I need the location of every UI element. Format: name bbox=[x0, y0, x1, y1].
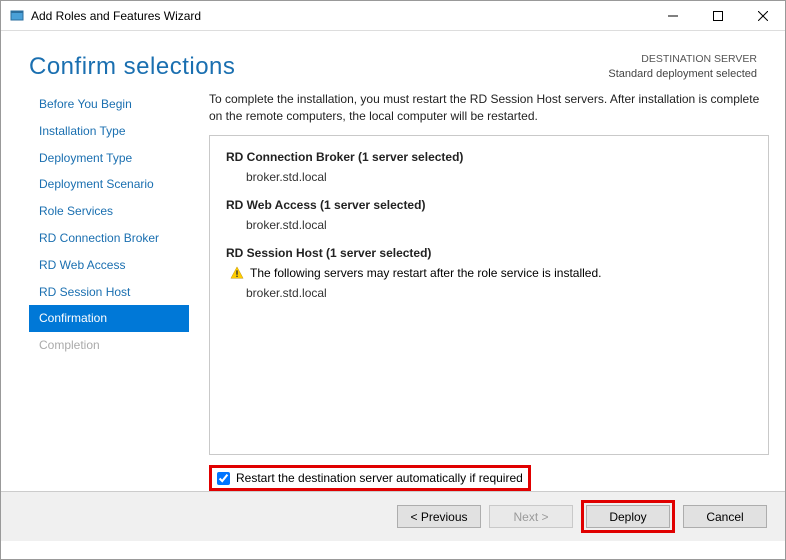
nav-item-rd-connection-broker[interactable]: RD Connection Broker bbox=[29, 225, 189, 252]
role-title: RD Web Access (1 server selected) bbox=[226, 198, 752, 212]
confirmation-panel: RD Connection Broker (1 server selected)… bbox=[209, 135, 769, 455]
nav-item-installation-type[interactable]: Installation Type bbox=[29, 118, 189, 145]
nav-item-before-you-begin[interactable]: Before You Begin bbox=[29, 91, 189, 118]
server-name: broker.std.local bbox=[246, 218, 752, 232]
role-block: RD Web Access (1 server selected) broker.… bbox=[226, 198, 752, 232]
app-icon bbox=[9, 8, 25, 24]
role-title: RD Connection Broker (1 server selected) bbox=[226, 150, 752, 164]
restart-checkbox[interactable] bbox=[217, 472, 230, 485]
role-block: RD Session Host (1 server selected) The f… bbox=[226, 246, 752, 300]
wizard-header: Confirm selections DESTINATION SERVER St… bbox=[1, 31, 785, 91]
nav-item-deployment-type[interactable]: Deployment Type bbox=[29, 145, 189, 172]
minimize-button[interactable] bbox=[650, 1, 695, 30]
cancel-button[interactable]: Cancel bbox=[683, 505, 767, 528]
deploy-highlight: Deploy bbox=[581, 500, 675, 533]
server-name: broker.std.local bbox=[246, 170, 752, 184]
nav-item-confirmation[interactable]: Confirmation bbox=[29, 305, 189, 332]
nav-item-deployment-scenario[interactable]: Deployment Scenario bbox=[29, 171, 189, 198]
page-title: Confirm selections bbox=[29, 53, 235, 81]
wizard-body: Before You BeginInstallation TypeDeploym… bbox=[1, 91, 785, 491]
title-bar: Add Roles and Features Wizard bbox=[1, 1, 785, 31]
restart-checkbox-label: Restart the destination server automatic… bbox=[236, 471, 523, 485]
nav-item-completion: Completion bbox=[29, 332, 189, 359]
warning-text: The following servers may restart after … bbox=[250, 266, 601, 280]
role-block: RD Connection Broker (1 server selected)… bbox=[226, 150, 752, 184]
restart-checkbox-wrap[interactable]: Restart the destination server automatic… bbox=[209, 465, 531, 491]
role-title: RD Session Host (1 server selected) bbox=[226, 246, 752, 260]
nav-item-rd-session-host[interactable]: RD Session Host bbox=[29, 279, 189, 306]
nav-item-role-services[interactable]: Role Services bbox=[29, 198, 189, 225]
nav-item-rd-web-access[interactable]: RD Web Access bbox=[29, 252, 189, 279]
window-title: Add Roles and Features Wizard bbox=[31, 9, 650, 23]
warning-icon bbox=[230, 266, 244, 280]
main-content: To complete the installation, you must r… bbox=[209, 91, 769, 491]
destination-value: Standard deployment selected bbox=[608, 67, 757, 81]
destination-label: DESTINATION SERVER bbox=[608, 53, 757, 67]
instructions-text: To complete the installation, you must r… bbox=[209, 91, 769, 125]
maximize-button[interactable] bbox=[695, 1, 740, 30]
deploy-button[interactable]: Deploy bbox=[586, 505, 670, 528]
close-button[interactable] bbox=[740, 1, 785, 30]
wizard-nav: Before You BeginInstallation TypeDeploym… bbox=[29, 91, 189, 491]
server-name: broker.std.local bbox=[246, 286, 752, 300]
wizard-footer: < Previous Next > Deploy Cancel bbox=[1, 491, 785, 541]
destination-server-info: DESTINATION SERVER Standard deployment s… bbox=[608, 53, 757, 81]
warning-row: The following servers may restart after … bbox=[230, 266, 752, 280]
previous-button[interactable]: < Previous bbox=[397, 505, 481, 528]
next-button[interactable]: Next > bbox=[489, 505, 573, 528]
window-buttons bbox=[650, 1, 785, 30]
